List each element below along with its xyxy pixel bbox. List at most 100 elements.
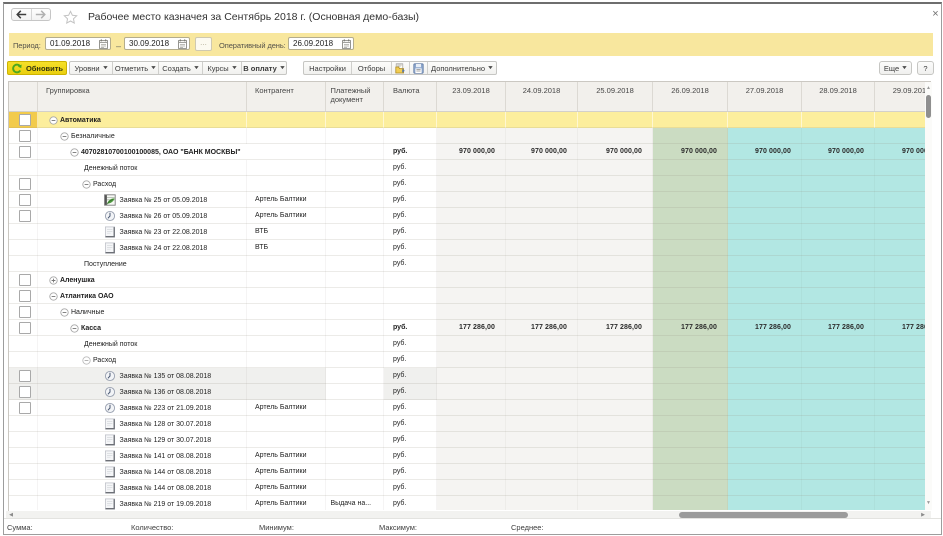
- tree-expander-minus-icon[interactable]: [82, 356, 91, 365]
- grouping-row[interactable]: Автоматика: [9, 112, 925, 128]
- tree-expander-minus-icon[interactable]: [60, 132, 69, 141]
- tree-expander-plus-icon[interactable]: [49, 276, 58, 285]
- amount-cell: 177 286,00: [875, 320, 925, 336]
- date-from-input[interactable]: 01.09.2018: [45, 37, 111, 50]
- contractor-cell: [247, 432, 326, 448]
- row-checkbox[interactable]: [19, 130, 31, 142]
- filters-button[interactable]: Отборы: [352, 62, 392, 74]
- row-checkbox[interactable]: [19, 306, 31, 318]
- header-date-27-09-2018[interactable]: 27.09.2018: [728, 82, 802, 111]
- to-payment-button[interactable]: В оплату▼: [242, 62, 286, 74]
- header-contractor[interactable]: Контрагент: [247, 82, 326, 111]
- forward-button[interactable]: [32, 9, 51, 20]
- date-to-calendar-button[interactable]: [176, 38, 189, 50]
- tree-expander-minus-icon[interactable]: [70, 324, 79, 333]
- back-button[interactable]: [12, 9, 32, 20]
- mark-button[interactable]: Отметить▼: [113, 62, 159, 74]
- header-currency[interactable]: Валюта: [384, 82, 437, 111]
- tree-expander-minus-icon[interactable]: [82, 180, 91, 189]
- payment-request-row[interactable]: Заявка № 23 от 22.08.2018ВТБруб.: [9, 224, 925, 240]
- row-checkbox[interactable]: [19, 178, 31, 190]
- row-checkbox[interactable]: [19, 210, 31, 222]
- row-checkbox[interactable]: [19, 290, 31, 302]
- row-checkbox[interactable]: [19, 402, 31, 414]
- vertical-scroll-thumb[interactable]: [926, 95, 931, 118]
- payment-request-row[interactable]: Заявка № 219 от 19.09.2018Артель Балтики…: [9, 496, 925, 510]
- header-date-23-09-2018[interactable]: 23.09.2018: [437, 82, 506, 111]
- grouping-row[interactable]: Кассаруб.177 286,00177 286,00177 286,001…: [9, 320, 925, 336]
- row-select-cell: [9, 192, 38, 208]
- amount-cell: [437, 432, 506, 448]
- grouping-cell: Заявка № 141 от 08.08.2018: [38, 448, 247, 464]
- row-checkbox[interactable]: [19, 322, 31, 334]
- tree-expander-minus-icon[interactable]: [49, 292, 58, 301]
- row-checkbox[interactable]: [19, 370, 31, 382]
- chevron-down-icon: ▼: [101, 65, 108, 71]
- tree-expander-minus-icon[interactable]: [70, 148, 79, 157]
- payment-request-row[interactable]: Заявка № 128 от 30.07.2018руб.: [9, 416, 925, 432]
- close-icon[interactable]: ×: [929, 8, 942, 21]
- help-button[interactable]: ?: [917, 61, 934, 75]
- additional-button[interactable]: Дополнительно▼: [428, 62, 496, 74]
- header-date-25-09-2018[interactable]: 25.09.2018: [578, 82, 653, 111]
- grouping-row[interactable]: Аленушка: [9, 272, 925, 288]
- payment-request-row[interactable]: Заявка № 144 от 08.08.2018Артель Балтики…: [9, 480, 925, 496]
- save-settings-button[interactable]: [410, 62, 428, 74]
- refresh-button[interactable]: Обновить: [7, 61, 67, 75]
- row-checkbox[interactable]: [19, 194, 31, 206]
- grouping-row[interactable]: Наличные: [9, 304, 925, 320]
- contractor-label: ВТБ: [247, 244, 268, 251]
- levels-button[interactable]: Уровни▼: [70, 62, 113, 74]
- grouping-row[interactable]: Денежный потокруб.: [9, 160, 925, 176]
- vertical-scrollbar[interactable]: ▲ ▼: [925, 82, 932, 510]
- header-date-28-09-2018[interactable]: 28.09.2018: [802, 82, 875, 111]
- more-button[interactable]: Еще▼: [879, 61, 912, 75]
- row-checkbox[interactable]: [19, 146, 31, 158]
- scroll-up-icon[interactable]: ▲: [925, 84, 932, 92]
- payment-request-row[interactable]: Заявка № 26 от 05.09.2018Артель Балтикир…: [9, 208, 925, 224]
- operational-day-calendar-button[interactable]: [340, 38, 353, 50]
- payment-request-row[interactable]: Заявка № 129 от 30.07.2018руб.: [9, 432, 925, 448]
- row-checkbox[interactable]: [19, 386, 31, 398]
- grouping-row[interactable]: Расходруб.: [9, 176, 925, 192]
- row-checkbox[interactable]: [19, 114, 31, 126]
- settings-button[interactable]: Настройки: [304, 62, 352, 74]
- amount-cell: [875, 176, 925, 192]
- payment-request-row[interactable]: Заявка № 135 от 08.08.2018руб.: [9, 368, 925, 384]
- grouping-row[interactable]: 40702810700100100085, ОАО "БАНК МОСКВЫ"р…: [9, 144, 925, 160]
- payment-request-row[interactable]: Заявка № 144 от 08.08.2018Артель Балтики…: [9, 464, 925, 480]
- grouping-row[interactable]: Поступлениеруб.: [9, 256, 925, 272]
- grouping-row[interactable]: Безналичные: [9, 128, 925, 144]
- tree-expander-minus-icon[interactable]: [49, 116, 58, 125]
- load-settings-button[interactable]: [392, 62, 410, 74]
- date-to-input[interactable]: 30.09.2018: [124, 37, 190, 50]
- row-select-cell: [9, 368, 38, 384]
- header-date-29-09-2018[interactable]: 29.09.2018: [875, 82, 925, 111]
- grouping-row[interactable]: Атлантика ОАО: [9, 288, 925, 304]
- operational-day-input[interactable]: 26.09.2018: [288, 37, 354, 50]
- payment-request-row[interactable]: Заявка № 136 от 08.08.2018руб.: [9, 384, 925, 400]
- scroll-down-icon[interactable]: ▼: [925, 499, 932, 507]
- grouping-label: Наличные: [71, 305, 104, 320]
- payment-request-row[interactable]: Заявка № 223 от 21.09.2018Артель Балтики…: [9, 400, 925, 416]
- payment-request-row[interactable]: Заявка № 24 от 22.08.2018ВТБруб.: [9, 240, 925, 256]
- date-from-calendar-button[interactable]: [97, 38, 110, 50]
- rates-button[interactable]: Курсы▼: [203, 62, 242, 74]
- grouping-row[interactable]: Денежный потокруб.: [9, 336, 925, 352]
- favorite-star-icon[interactable]: [63, 10, 78, 25]
- header-grouping[interactable]: Группировка: [38, 82, 247, 111]
- amount-cell: [728, 432, 802, 448]
- header-date-26-09-2018[interactable]: 26.09.2018: [653, 82, 728, 111]
- row-checkbox[interactable]: [19, 274, 31, 286]
- period-select-button[interactable]: ...: [195, 37, 212, 51]
- contractor-cell: Артель Балтики: [247, 192, 326, 208]
- header-checkbox-column[interactable]: [9, 82, 38, 111]
- payment-request-row[interactable]: Заявка № 25 от 05.09.2018Артель Балтикир…: [9, 192, 925, 208]
- header-date-24-09-2018[interactable]: 24.09.2018: [506, 82, 578, 111]
- payment-request-row[interactable]: Заявка № 141 от 08.08.2018Артель Балтики…: [9, 448, 925, 464]
- amount-cell: 177 286,00: [437, 320, 506, 336]
- grouping-row[interactable]: Расходруб.: [9, 352, 925, 368]
- create-button[interactable]: Создать▼: [159, 62, 203, 74]
- tree-expander-minus-icon[interactable]: [60, 308, 69, 317]
- header-payment-document[interactable]: Платежный документ: [326, 82, 385, 111]
